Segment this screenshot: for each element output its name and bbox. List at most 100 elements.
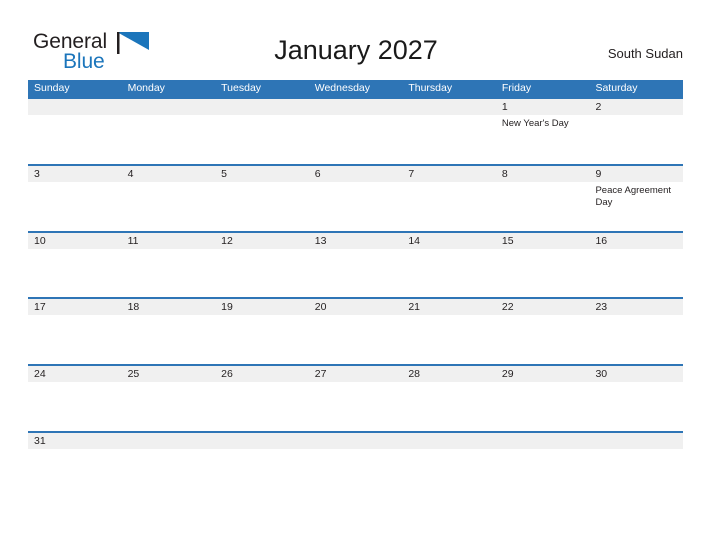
day-number[interactable]: 4 <box>122 166 216 182</box>
day-number[interactable]: 6 <box>309 166 403 182</box>
general-blue-logo[interactable]: General Blue <box>33 31 153 73</box>
day-event <box>589 449 683 497</box>
day-number[interactable]: 16 <box>589 233 683 249</box>
day-number[interactable]: 13 <box>309 233 403 249</box>
day-number[interactable]: 8 <box>496 166 590 182</box>
day-event <box>496 315 590 363</box>
day-event <box>122 249 216 297</box>
day-event <box>28 382 122 430</box>
day-event <box>402 182 496 230</box>
day-number[interactable] <box>122 99 216 115</box>
date-band: 1 2 <box>28 99 683 115</box>
page-header: General Blue January 2027 South Sudan <box>0 0 712 78</box>
day-event <box>215 382 309 430</box>
day-number[interactable]: 18 <box>122 299 216 315</box>
day-number[interactable] <box>309 99 403 115</box>
weekday-tuesday: Tuesday <box>221 82 262 94</box>
day-event <box>589 115 683 163</box>
day-event <box>122 449 216 497</box>
blue-flag-triangle-icon <box>117 32 149 54</box>
day-number[interactable] <box>496 433 590 449</box>
week-row: 1 2 New Year's Day <box>28 97 683 164</box>
day-number[interactable] <box>309 433 403 449</box>
day-event <box>28 315 122 363</box>
day-number[interactable] <box>215 433 309 449</box>
day-number[interactable]: 24 <box>28 366 122 382</box>
day-event <box>496 449 590 497</box>
day-event <box>28 249 122 297</box>
event-band <box>28 249 683 297</box>
logo-text-blue: Blue <box>63 50 105 73</box>
day-event <box>402 315 496 363</box>
day-number[interactable] <box>122 433 216 449</box>
day-number[interactable]: 15 <box>496 233 590 249</box>
day-number[interactable]: 21 <box>402 299 496 315</box>
day-number[interactable]: 30 <box>589 366 683 382</box>
weekday-header-row: Sunday Monday Tuesday Wednesday Thursday… <box>28 80 683 97</box>
day-event <box>309 315 403 363</box>
week-row: 24 25 26 27 28 29 30 <box>28 364 683 431</box>
day-number[interactable]: 17 <box>28 299 122 315</box>
day-event <box>589 315 683 363</box>
day-number[interactable]: 1 <box>496 99 590 115</box>
day-number[interactable]: 26 <box>215 366 309 382</box>
day-number[interactable]: 29 <box>496 366 590 382</box>
date-band: 10 11 12 13 14 15 16 <box>28 232 683 249</box>
day-number[interactable]: 9 <box>589 166 683 182</box>
day-event <box>496 249 590 297</box>
event-band <box>28 382 683 430</box>
day-event <box>402 249 496 297</box>
day-number[interactable]: 27 <box>309 366 403 382</box>
weekday-sunday: Sunday <box>34 82 70 94</box>
day-number[interactable]: 14 <box>402 233 496 249</box>
day-number[interactable]: 3 <box>28 166 122 182</box>
day-event <box>309 182 403 230</box>
day-number[interactable]: 22 <box>496 299 590 315</box>
day-event <box>496 382 590 430</box>
day-number[interactable] <box>215 99 309 115</box>
date-band: 24 25 26 27 28 29 30 <box>28 366 683 383</box>
weekday-monday: Monday <box>127 82 165 94</box>
day-event <box>402 449 496 497</box>
day-number[interactable]: 7 <box>402 166 496 182</box>
day-number[interactable] <box>28 99 122 115</box>
date-band: 17 18 19 20 21 22 23 <box>28 299 683 316</box>
day-event <box>309 449 403 497</box>
event-band <box>28 449 683 497</box>
day-number[interactable]: 20 <box>309 299 403 315</box>
day-event <box>215 315 309 363</box>
day-event: Peace Agreement Day <box>595 184 671 208</box>
event-band: New Year's Day <box>28 115 683 163</box>
date-band: 3 4 5 6 7 8 9 <box>28 165 683 182</box>
day-number[interactable]: 2 <box>589 99 683 115</box>
day-number[interactable]: 11 <box>122 233 216 249</box>
day-event <box>215 249 309 297</box>
weekday-friday: Friday <box>501 82 532 94</box>
event-band: Peace Agreement Day <box>28 182 683 230</box>
day-event <box>28 449 122 497</box>
day-number[interactable]: 12 <box>215 233 309 249</box>
day-number[interactable]: 10 <box>28 233 122 249</box>
day-number[interactable] <box>402 99 496 115</box>
day-number[interactable] <box>589 433 683 449</box>
day-event <box>309 115 403 163</box>
day-number[interactable]: 19 <box>215 299 309 315</box>
day-event <box>28 182 122 230</box>
day-number[interactable] <box>402 433 496 449</box>
day-number[interactable]: 28 <box>402 366 496 382</box>
day-event <box>402 382 496 430</box>
day-number[interactable]: 25 <box>122 366 216 382</box>
day-event <box>309 382 403 430</box>
day-event <box>122 315 216 363</box>
day-number[interactable]: 31 <box>28 433 122 449</box>
day-event: New Year's Day <box>501 118 569 129</box>
page-title: January 2027 <box>274 35 438 65</box>
day-number[interactable]: 5 <box>215 166 309 182</box>
day-event <box>496 182 590 230</box>
weekday-saturday: Saturday <box>595 82 638 94</box>
day-event <box>309 249 403 297</box>
day-event <box>28 115 122 163</box>
day-event <box>215 115 309 163</box>
day-number[interactable]: 23 <box>589 299 683 315</box>
day-event <box>122 182 216 230</box>
